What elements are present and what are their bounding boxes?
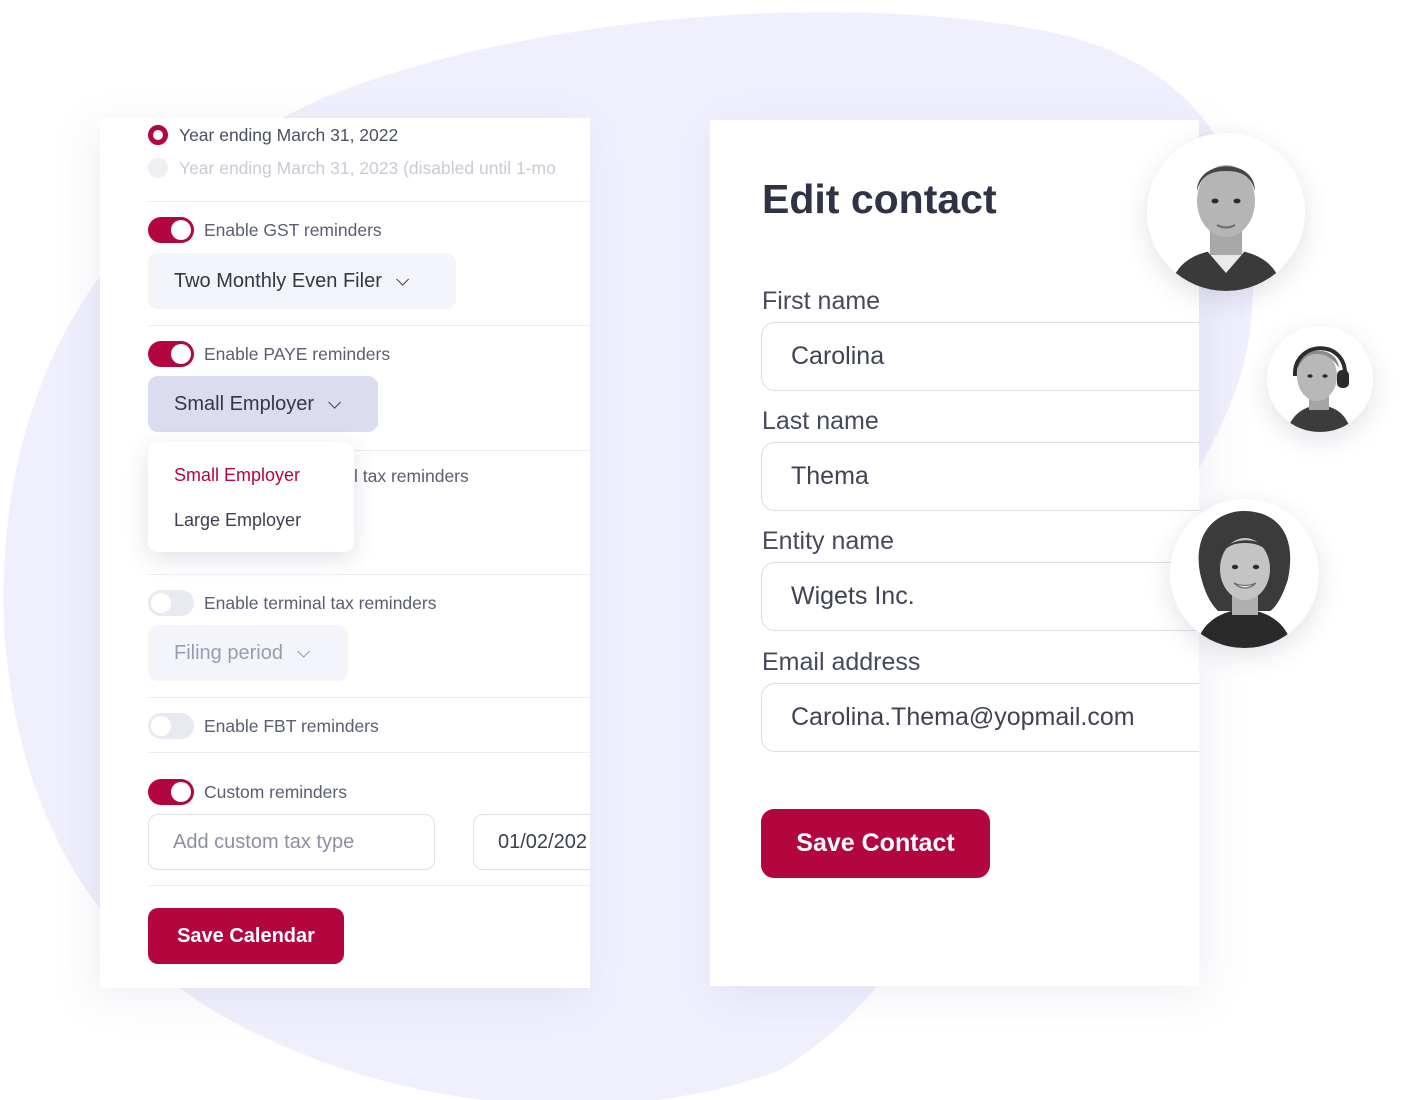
paye-toggle-label: Enable PAYE reminders [204,343,391,364]
calendar-settings-panel: Year ending March 31, 2022 Year ending M… [100,118,590,988]
last-name-input[interactable]: Thema [761,442,1199,511]
custom-toggle[interactable] [148,779,194,805]
gst-toggle-row[interactable]: Enable GST reminders [148,217,382,243]
person-icon [1267,326,1373,432]
gst-toggle-label: Enable GST reminders [204,219,382,240]
custom-tax-type-input[interactable]: Add custom tax type [148,814,435,870]
first-name-input[interactable]: Carolina [761,322,1199,391]
last-name-label: Last name [762,407,879,435]
radio-label: Year ending March 31, 2023 (disabled unt… [179,157,556,178]
gst-toggle[interactable] [148,217,194,243]
save-calendar-button[interactable]: Save Calendar [148,908,344,964]
chevron-down-icon [297,644,310,658]
dropdown-option-small-employer[interactable]: Small Employer [174,465,300,486]
paye-employer-select[interactable]: Small Employer [148,376,378,432]
divider [148,752,590,753]
fbt-toggle[interactable] [148,713,194,739]
filing-period-select-value: Filing period [174,641,283,664]
radio-unselected-icon [148,158,168,178]
paye-toggle-row[interactable]: Enable PAYE reminders [148,341,390,367]
divider [148,574,590,575]
gst-filer-select-value: Two Monthly Even Filer [174,269,382,292]
first-name-label: First name [762,287,881,315]
radio-year-2023: Year ending March 31, 2023 (disabled unt… [148,156,556,180]
divider [148,885,590,886]
dropdown-option-large-employer[interactable]: Large Employer [174,510,301,531]
paye-toggle[interactable] [148,341,194,367]
entity-name-input[interactable]: Wigets Inc. [761,562,1199,631]
email-address-label: Email address [762,648,921,676]
avatar-man-checked-shirt [1147,133,1305,291]
entity-name-label: Entity name [762,527,895,555]
edit-contact-panel: Edit contact First name Carolina Last na… [710,120,1199,986]
radio-year-2022[interactable]: Year ending March 31, 2022 [148,123,398,147]
custom-date-input[interactable]: 01/02/202 [473,814,590,870]
gst-filer-select[interactable]: Two Monthly Even Filer [148,253,456,309]
terminal-toggle[interactable] [148,590,194,616]
email-address-input[interactable]: Carolina.Thema@yopmail.com [761,683,1199,752]
page-title: Edit contact [762,176,997,222]
person-icon [1147,133,1305,291]
terminal-toggle-label: Enable terminal tax reminders [204,592,437,613]
chevron-down-icon [396,272,409,286]
hidden-toggle-label: l tax reminders [354,466,469,486]
paye-employer-dropdown: Small Employer Large Employer [148,442,354,552]
radio-label: Year ending March 31, 2022 [179,124,399,145]
fbt-toggle-label: Enable FBT reminders [204,715,379,736]
terminal-toggle-row[interactable]: Enable terminal tax reminders [148,590,436,616]
person-icon [1170,499,1319,648]
divider [148,201,590,202]
custom-toggle-row[interactable]: Custom reminders [148,779,347,805]
fbt-toggle-row[interactable]: Enable FBT reminders [148,713,379,739]
custom-toggle-label: Custom reminders [204,781,347,802]
paye-employer-select-value: Small Employer [174,392,315,415]
chevron-down-icon [328,395,342,409]
avatar-woman-curly-hair [1170,499,1319,648]
divider [148,697,590,698]
radio-selected-icon [148,125,168,145]
avatar-man-headphones [1267,326,1373,432]
save-contact-button[interactable]: Save Contact [761,809,990,878]
filing-period-select[interactable]: Filing period [148,625,348,681]
divider [148,325,590,326]
